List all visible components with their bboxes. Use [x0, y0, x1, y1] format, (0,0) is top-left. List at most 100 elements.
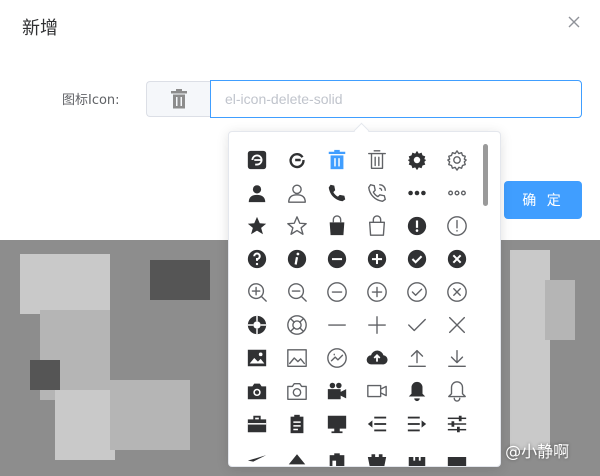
bell-solid-icon-glyph [408, 381, 426, 402]
clipboard-icon-glyph [290, 414, 304, 434]
half-circle-icon[interactable] [277, 144, 317, 176]
minus-icon[interactable] [317, 309, 357, 341]
shop-icon[interactable] [317, 441, 357, 466]
help-ring-icon-glyph [287, 315, 307, 335]
close-circle-icon-glyph [447, 282, 467, 302]
upload-cloud-icon[interactable] [357, 342, 397, 374]
more-solid-icon[interactable] [397, 177, 437, 209]
warning-solid-icon[interactable] [397, 210, 437, 242]
close-circle-icon[interactable] [437, 276, 477, 308]
picture-round-icon-glyph [327, 348, 347, 368]
zoom-in-icon-glyph [248, 283, 267, 302]
warning-outline-icon-glyph [447, 216, 467, 236]
shopping-cart-icon[interactable] [357, 441, 397, 466]
clipboard-icon[interactable] [277, 408, 317, 440]
question-solid-icon[interactable] [237, 243, 277, 275]
user-icon[interactable] [277, 177, 317, 209]
zoom-out-icon[interactable] [277, 276, 317, 308]
icon-input[interactable] [210, 80, 582, 118]
s-operation-icon[interactable] [437, 408, 477, 440]
s-fold-icon[interactable] [357, 408, 397, 440]
warning-outline-icon[interactable] [437, 210, 477, 242]
user-solid-icon[interactable] [237, 177, 277, 209]
info-solid-icon[interactable] [277, 243, 317, 275]
s-fold-icon-glyph [367, 416, 387, 432]
goods-solid-icon-glyph [329, 215, 345, 236]
close-icon[interactable] [566, 14, 582, 30]
zoom-out-icon-glyph [288, 283, 307, 302]
upload-icon[interactable] [397, 342, 437, 374]
check-circle-icon[interactable] [397, 276, 437, 308]
delete-solid-icon[interactable] [317, 144, 357, 176]
upload-icon-glyph [408, 349, 426, 367]
briefcase-icon[interactable] [237, 408, 277, 440]
video-camera-icon[interactable] [357, 375, 397, 407]
help-solid-icon[interactable] [237, 309, 277, 341]
s-unfold-icon[interactable] [397, 408, 437, 440]
picture-outline-icon[interactable] [277, 342, 317, 374]
download-icon-glyph [448, 349, 466, 367]
s-operation-icon-glyph [447, 415, 467, 433]
gear-icon-glyph [447, 150, 467, 171]
picture-solid-icon[interactable] [237, 342, 277, 374]
upload-cloud-icon-glyph [366, 350, 388, 365]
camera-solid-icon[interactable] [237, 375, 277, 407]
confirm-button[interactable]: 确 定 [504, 181, 582, 219]
error-solid-icon[interactable] [437, 243, 477, 275]
scrollbar-thumb[interactable] [483, 144, 488, 206]
user-icon-glyph [288, 184, 306, 203]
help-ring-icon[interactable] [277, 309, 317, 341]
phone-outline-icon-glyph [368, 184, 386, 202]
phone-solid-icon[interactable] [317, 177, 357, 209]
paper-plane-icon-glyph [247, 455, 267, 465]
phone-outline-icon[interactable] [357, 177, 397, 209]
house-icon[interactable] [397, 441, 437, 466]
star-outline-icon[interactable] [277, 210, 317, 242]
gear-solid-icon[interactable] [397, 144, 437, 176]
gear-icon[interactable] [437, 144, 477, 176]
delete-icon[interactable] [357, 144, 397, 176]
camera-icon-glyph [287, 382, 307, 400]
icon-picker-popover [228, 131, 501, 467]
video-camera-solid-icon[interactable] [317, 375, 357, 407]
download-icon[interactable] [437, 342, 477, 374]
goods-icon-glyph [368, 215, 386, 236]
delete-icon-glyph [368, 150, 386, 169]
more-outline-icon[interactable] [437, 177, 477, 209]
caret-top-icon-glyph [288, 454, 306, 465]
help-solid-icon-glyph [247, 315, 267, 335]
star-outline-icon-glyph [287, 216, 307, 235]
video-camera-solid-icon-glyph [327, 382, 347, 400]
paper-plane-icon[interactable] [237, 441, 277, 466]
camera-icon[interactable] [277, 375, 317, 407]
briefcase-icon-glyph [247, 415, 267, 433]
delete-solid-icon [170, 89, 187, 109]
zoom-in-icon[interactable] [237, 276, 277, 308]
star-solid-icon[interactable] [237, 210, 277, 242]
bell-solid-icon[interactable] [397, 375, 437, 407]
more-solid-icon-glyph [408, 190, 426, 196]
picture-round-icon[interactable] [317, 342, 357, 374]
video-camera-icon-glyph [367, 384, 387, 398]
caret-top-icon[interactable] [277, 441, 317, 466]
goods-icon[interactable] [357, 210, 397, 242]
warning-solid-icon-glyph [407, 216, 427, 236]
bell-icon[interactable] [437, 375, 477, 407]
remove-solid-icon-glyph [327, 249, 347, 269]
goods-solid-icon[interactable] [317, 210, 357, 242]
more-outline-icon-glyph [448, 190, 466, 196]
s-unfold-icon-glyph [407, 416, 427, 432]
remove-outline-icon[interactable] [317, 276, 357, 308]
close-icon[interactable] [437, 309, 477, 341]
success-solid-icon[interactable] [397, 243, 437, 275]
gear-solid-icon-glyph [407, 150, 427, 171]
add-outline-icon[interactable] [357, 276, 397, 308]
monitor-icon[interactable] [317, 408, 357, 440]
message-icon[interactable] [437, 441, 477, 466]
add-solid-icon[interactable] [357, 243, 397, 275]
plus-icon[interactable] [357, 309, 397, 341]
check-icon[interactable] [397, 309, 437, 341]
edge-icon[interactable] [237, 144, 277, 176]
user-solid-icon-glyph [248, 185, 266, 203]
remove-solid-icon[interactable] [317, 243, 357, 275]
